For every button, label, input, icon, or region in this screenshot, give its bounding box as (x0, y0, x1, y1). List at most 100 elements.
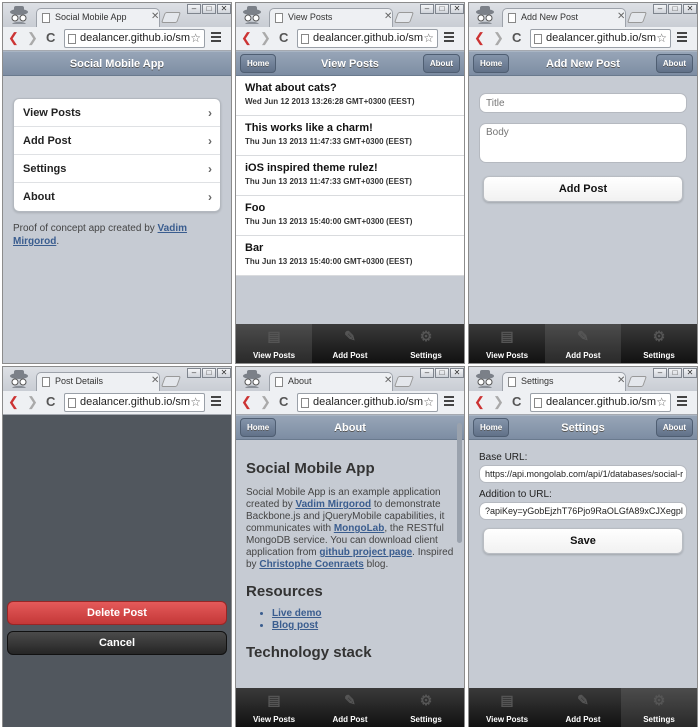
minimize-button[interactable]: – (653, 4, 667, 14)
tab-close-icon[interactable]: ✕ (617, 375, 625, 386)
tab-settings[interactable]: ⚙ Settings (388, 688, 464, 727)
bookmark-star-icon[interactable]: ☆ (190, 30, 201, 47)
browser-tab[interactable]: About ✕ (269, 372, 393, 391)
about-button[interactable]: About (655, 54, 693, 73)
home-button[interactable]: Home (240, 418, 277, 437)
address-bar[interactable]: dealancer.github.io/sma ☆ (64, 29, 205, 48)
forward-icon[interactable]: ❯ (27, 394, 38, 410)
minimize-button[interactable]: – (653, 368, 667, 378)
reload-icon[interactable]: C (279, 30, 288, 46)
forward-icon[interactable]: ❯ (493, 30, 504, 46)
post-item[interactable]: iOS inspired theme rulez! Thu Jun 13 2013… (236, 156, 464, 196)
author-link[interactable]: Vadim Mirgorod (295, 499, 371, 510)
tab-add-post[interactable]: ✎ Add Post (312, 324, 388, 363)
menu-item-view-posts[interactable]: View Posts › (14, 99, 220, 127)
close-window-button[interactable]: ✕ (217, 368, 231, 378)
address-bar[interactable]: dealancer.github.io/sma ☆ (297, 393, 438, 412)
body-input[interactable] (479, 123, 687, 163)
back-icon[interactable]: ❮ (8, 394, 19, 410)
reload-icon[interactable]: C (46, 30, 55, 46)
menu-icon[interactable] (444, 32, 454, 44)
maximize-button[interactable]: □ (202, 4, 216, 14)
menu-icon[interactable] (211, 396, 221, 408)
tab-close-icon[interactable]: ✕ (384, 375, 392, 386)
new-tab-button[interactable] (393, 376, 415, 387)
bookmark-star-icon[interactable]: ☆ (423, 30, 434, 47)
about-button[interactable]: About (422, 54, 460, 73)
bookmark-star-icon[interactable]: ☆ (423, 394, 434, 411)
minimize-button[interactable]: – (187, 368, 201, 378)
home-button[interactable]: Home (473, 418, 510, 437)
coenraets-link[interactable]: Christophe Coenraets (259, 559, 363, 570)
address-bar[interactable]: dealancer.github.io/sma ☆ (530, 29, 671, 48)
tab-view-posts[interactable]: ▤ View Posts (236, 688, 312, 727)
add-post-button[interactable]: Add Post (483, 176, 683, 202)
mongolab-link[interactable]: MongoLab (334, 523, 385, 534)
maximize-button[interactable]: □ (435, 368, 449, 378)
tab-add-post[interactable]: ✎ Add Post (545, 688, 621, 727)
tab-view-posts[interactable]: ▤ View Posts (469, 688, 545, 727)
title-input[interactable] (479, 93, 687, 113)
address-bar[interactable]: dealancer.github.io/sma ☆ (297, 29, 438, 48)
menu-item-settings[interactable]: Settings › (14, 155, 220, 183)
bookmark-star-icon[interactable]: ☆ (190, 394, 201, 411)
scrollbar[interactable] (457, 423, 462, 543)
tab-close-icon[interactable]: ✕ (151, 11, 159, 22)
addition-url-input[interactable]: ?apiKey=yGobEjzhT76Pjo9RaOLGfA89xCJXegpl (479, 502, 687, 520)
reload-icon[interactable]: C (279, 394, 288, 410)
tab-view-posts[interactable]: ▤ View Posts (236, 324, 312, 363)
close-window-button[interactable]: ✕ (450, 368, 464, 378)
maximize-button[interactable]: □ (435, 4, 449, 14)
forward-icon[interactable]: ❯ (260, 30, 271, 46)
menu-icon[interactable] (677, 396, 687, 408)
bookmark-star-icon[interactable]: ☆ (656, 394, 667, 411)
browser-tab[interactable]: Settings ✕ (502, 372, 626, 391)
tab-add-post[interactable]: ✎ Add Post (545, 324, 621, 363)
home-button[interactable]: Home (240, 54, 277, 73)
resource-link[interactable]: Blog post (272, 620, 318, 631)
address-bar[interactable]: dealancer.github.io/sma ☆ (530, 393, 671, 412)
forward-icon[interactable]: ❯ (260, 394, 271, 410)
post-item[interactable]: Bar Thu Jun 13 2013 15:40:00 GMT+0300 (EE… (236, 236, 464, 276)
back-icon[interactable]: ❮ (8, 30, 19, 46)
forward-icon[interactable]: ❯ (493, 394, 504, 410)
new-tab-button[interactable] (393, 12, 415, 23)
back-icon[interactable]: ❮ (474, 394, 485, 410)
menu-item-add-post[interactable]: Add Post › (14, 127, 220, 155)
browser-tab[interactable]: Social Mobile App ✕ (36, 8, 160, 27)
menu-icon[interactable] (444, 396, 454, 408)
new-tab-button[interactable] (626, 376, 648, 387)
base-url-input[interactable]: https://api.mongolab.com/api/1/databases… (479, 465, 687, 483)
close-window-button[interactable]: ✕ (683, 4, 697, 14)
back-icon[interactable]: ❮ (241, 394, 252, 410)
reload-icon[interactable]: C (512, 394, 521, 410)
new-tab-button[interactable] (626, 12, 648, 23)
address-bar[interactable]: dealancer.github.io/sma ☆ (64, 393, 205, 412)
maximize-button[interactable]: □ (668, 4, 682, 14)
back-icon[interactable]: ❮ (241, 30, 252, 46)
resource-link[interactable]: Live demo (272, 608, 321, 619)
minimize-button[interactable]: – (420, 4, 434, 14)
reload-icon[interactable]: C (46, 394, 55, 410)
reload-icon[interactable]: C (512, 30, 521, 46)
tab-close-icon[interactable]: ✕ (617, 11, 625, 22)
minimize-button[interactable]: – (187, 4, 201, 14)
new-tab-button[interactable] (160, 376, 182, 387)
delete-post-button[interactable]: Delete Post (7, 601, 227, 625)
browser-tab[interactable]: View Posts ✕ (269, 8, 393, 27)
maximize-button[interactable]: □ (202, 368, 216, 378)
tab-close-icon[interactable]: ✕ (151, 375, 159, 386)
post-item[interactable]: Foo Thu Jun 13 2013 15:40:00 GMT+0300 (EE… (236, 196, 464, 236)
cancel-button[interactable]: Cancel (7, 631, 227, 655)
close-window-button[interactable]: ✕ (683, 368, 697, 378)
minimize-button[interactable]: – (420, 368, 434, 378)
bookmark-star-icon[interactable]: ☆ (656, 30, 667, 47)
new-tab-button[interactable] (160, 12, 182, 23)
tab-close-icon[interactable]: ✕ (384, 11, 392, 22)
tab-settings[interactable]: ⚙ Settings (621, 688, 697, 727)
save-button[interactable]: Save (483, 528, 683, 554)
home-button[interactable]: Home (473, 54, 510, 73)
forward-icon[interactable]: ❯ (27, 30, 38, 46)
tab-settings[interactable]: ⚙ Settings (388, 324, 464, 363)
menu-icon[interactable] (677, 32, 687, 44)
